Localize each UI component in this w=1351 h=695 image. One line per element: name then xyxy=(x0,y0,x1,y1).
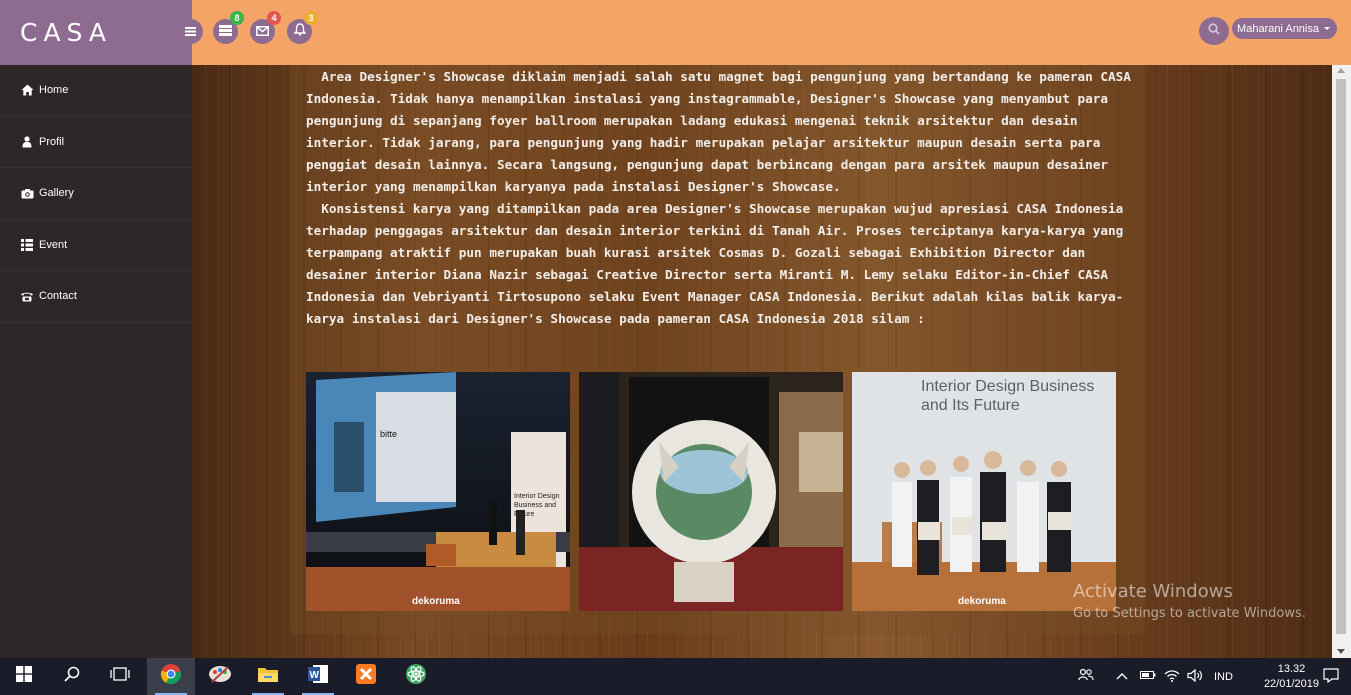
chevron-up-icon xyxy=(1116,671,1128,683)
svg-text:W: W xyxy=(310,670,320,681)
scroll-down-icon[interactable] xyxy=(1337,649,1345,654)
taskbar-xampp[interactable] xyxy=(342,658,390,695)
show-hidden-icons-button[interactable] xyxy=(1116,658,1128,695)
page-scrollbar[interactable] xyxy=(1332,65,1351,658)
search-button[interactable] xyxy=(1199,17,1229,45)
task-view-button[interactable] xyxy=(96,658,144,695)
user-menu-dropdown[interactable]: Maharani Annisa xyxy=(1232,18,1337,39)
speaker-icon xyxy=(1187,668,1203,685)
taskbar-atom[interactable] xyxy=(392,658,440,695)
gallery-photo-group: Interior Design Business and Its Future … xyxy=(852,372,1116,611)
messages-button[interactable]: 4 xyxy=(250,11,281,44)
volume-control[interactable] xyxy=(1187,658,1203,695)
user-icon xyxy=(20,135,34,149)
top-navbar: 8 4 3 Maharani Annisa xyxy=(178,0,1351,65)
article-paragraph: Area Designer's Showcase diklaim menjadi… xyxy=(306,69,1131,194)
wifi-icon xyxy=(1164,669,1180,685)
taskbar-file-explorer[interactable] xyxy=(244,658,292,695)
chevron-down-icon xyxy=(1324,27,1330,30)
clock-time: 13.32 xyxy=(1277,663,1306,675)
stage-photo-image: bitte Interior Design Business and Futur… xyxy=(306,372,570,611)
xampp-icon xyxy=(355,663,377,690)
battery-status[interactable] xyxy=(1140,658,1156,695)
chrome-icon xyxy=(160,663,182,690)
notifications-button[interactable]: 3 xyxy=(287,11,318,44)
input-language[interactable]: IND xyxy=(1214,658,1233,695)
photo-caption: dekoruma xyxy=(958,596,1006,607)
photo-caption: dekoruma xyxy=(412,596,460,607)
phone-icon xyxy=(20,289,34,303)
start-button[interactable] xyxy=(0,658,48,695)
article-paragraph: Konsistensi karya yang ditampilkan pada … xyxy=(306,201,1124,326)
sidebar-item-contact[interactable]: Contact xyxy=(0,271,192,323)
sidebar-item-label: Event xyxy=(39,238,68,251)
sidebar-item-label: Home xyxy=(39,84,69,97)
main-content: Area Designer's Showcase diklaim menjadi… xyxy=(192,65,1332,658)
battery-icon xyxy=(1140,670,1156,683)
search-icon xyxy=(64,666,80,687)
scrollbar-thumb[interactable] xyxy=(1336,79,1346,634)
sidebar-item-profil[interactable]: Profil xyxy=(0,117,192,168)
banner-text: Interior Design Business and Future xyxy=(514,493,560,518)
clock-date: 22/01/2019 xyxy=(1263,678,1319,690)
hamburger-icon xyxy=(185,23,196,41)
language-indicator: IND xyxy=(1214,670,1233,683)
photo-gallery: bitte Interior Design Business and Futur… xyxy=(306,372,1116,611)
article-body: Area Designer's Showcase diklaim menjadi… xyxy=(306,66,1146,330)
sidebar-item-gallery[interactable]: Gallery xyxy=(0,168,192,220)
paint-palette-icon xyxy=(208,664,232,689)
taskbar-search-button[interactable] xyxy=(48,658,96,695)
photo-backdrop-title: Interior Design Business and Its Future xyxy=(921,378,1095,414)
notifications-badge: 3 xyxy=(304,11,318,25)
watermark-subtitle: Go to Settings to activate Windows. xyxy=(1073,606,1306,621)
sidebar-item-label: Contact xyxy=(39,290,77,303)
scroll-up-icon[interactable] xyxy=(1337,68,1345,73)
gallery-photo-installation xyxy=(579,372,843,611)
watermark-title: Activate Windows xyxy=(1073,581,1233,602)
tasks-badge: 8 xyxy=(230,11,244,25)
camera-icon xyxy=(20,186,34,200)
wifi-status[interactable] xyxy=(1164,658,1180,695)
messages-badge: 4 xyxy=(267,11,281,25)
search-icon xyxy=(1208,22,1220,40)
brand-logo[interactable]: CASA xyxy=(0,0,192,65)
taskbar-chrome[interactable] xyxy=(147,658,195,695)
tasks-button[interactable]: 8 xyxy=(213,11,244,44)
taskbar-word[interactable]: W xyxy=(294,658,342,695)
system-clock[interactable]: 13.32 22/01/2019 xyxy=(1264,662,1319,692)
notification-center-icon xyxy=(1323,667,1339,686)
grid-icon xyxy=(20,238,34,252)
word-icon: W xyxy=(307,664,329,689)
task-view-icon xyxy=(110,667,130,686)
envelope-icon xyxy=(256,23,269,41)
sidebar-item-label: Gallery xyxy=(39,187,74,200)
sidebar-item-home[interactable]: Home xyxy=(0,65,192,117)
folder-icon xyxy=(257,665,279,688)
sidebar-toggle-button[interactable] xyxy=(178,19,203,44)
sidebar-item-label: Profil xyxy=(39,135,65,148)
bell-icon xyxy=(292,22,307,41)
windows-taskbar: W IND 13.32 22/01/2019 xyxy=(0,658,1351,695)
activate-windows-watermark: Activate Windows Go to Settings to activ… xyxy=(1073,581,1306,621)
home-icon xyxy=(20,83,34,97)
installation-photo-image xyxy=(579,372,843,611)
gallery-photo-stage: bitte Interior Design Business and Futur… xyxy=(306,372,570,611)
user-name: Maharani Annisa xyxy=(1237,22,1319,35)
people-button[interactable] xyxy=(1078,658,1094,695)
sidebar-item-event[interactable]: Event xyxy=(0,220,192,271)
taskbar-paint[interactable] xyxy=(196,658,244,695)
action-center-button[interactable] xyxy=(1323,658,1339,695)
people-icon xyxy=(1078,668,1094,685)
sidebar: Home Profil Gallery Event Contact xyxy=(0,65,192,658)
slide-text: bitte xyxy=(380,429,397,439)
tasks-icon xyxy=(219,23,232,41)
windows-logo-icon xyxy=(16,666,32,687)
atom-icon xyxy=(405,663,427,690)
